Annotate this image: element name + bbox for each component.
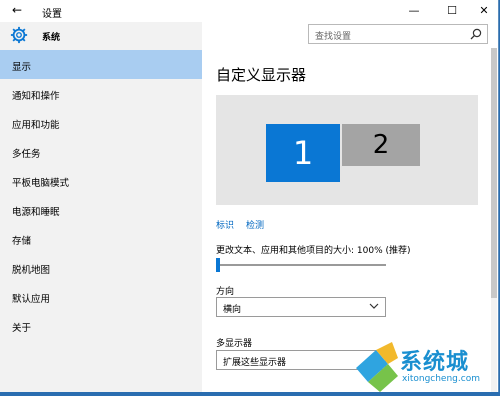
- search-icon[interactable]: [470, 28, 482, 40]
- search-placeholder: 查找设置: [315, 32, 352, 42]
- title-bar: ← 设置 — ☐ ✕: [0, 0, 498, 22]
- gear-icon: [10, 26, 28, 44]
- monitor-2[interactable]: 2: [342, 124, 420, 166]
- search-input[interactable]: 查找设置: [308, 24, 488, 44]
- monitor-1[interactable]: 1: [266, 124, 340, 182]
- orientation-label: 方向: [216, 287, 235, 297]
- chevron-down-icon: [369, 303, 379, 309]
- scrollbar-thumb[interactable]: [491, 48, 497, 298]
- maximize-icon[interactable]: ☐: [440, 2, 464, 20]
- sidebar-item-label: 平板电脑模式: [12, 178, 70, 189]
- multi-display-value: 扩展这些显示器: [223, 358, 287, 368]
- scale-slider[interactable]: [216, 264, 386, 266]
- sidebar-item-label: 多任务: [12, 149, 41, 160]
- sidebar: 系统 显示 通知和操作 应用和功能 多任务 平板电脑模式 电源和睡眠 存储 脱机…: [0, 22, 202, 392]
- sidebar-item-offline-maps[interactable]: 脱机地图: [0, 253, 202, 282]
- watermark-logo-icon: [356, 342, 398, 392]
- sidebar-item-about[interactable]: 关于: [0, 311, 202, 340]
- watermark-text: 系统城: [400, 350, 470, 375]
- sidebar-item-notifications[interactable]: 通知和操作: [0, 79, 202, 108]
- sidebar-item-label: 通知和操作: [12, 91, 60, 102]
- close-icon[interactable]: ✕: [472, 2, 496, 20]
- sidebar-item-multitasking[interactable]: 多任务: [0, 137, 202, 166]
- sidebar-header: 系统: [0, 22, 202, 48]
- scale-slider-thumb[interactable]: [216, 258, 220, 272]
- sidebar-item-label: 关于: [12, 323, 32, 334]
- sidebar-item-label: 应用和功能: [12, 120, 60, 131]
- sidebar-item-storage[interactable]: 存储: [0, 224, 202, 253]
- sidebar-item-label: 脱机地图: [12, 265, 51, 276]
- sidebar-app-label: 系统: [42, 33, 61, 43]
- back-arrow-icon[interactable]: ←: [12, 3, 22, 17]
- window-title: 设置: [42, 9, 62, 20]
- settings-window: ← 设置 — ☐ ✕ 系统 显示 通知和操作 应用和功能 多任务 平板电脑模式 …: [0, 0, 499, 392]
- minimize-icon[interactable]: —: [402, 2, 426, 20]
- sidebar-item-default-apps[interactable]: 默认应用: [0, 282, 202, 311]
- multi-display-label: 多显示器: [216, 339, 253, 349]
- page-title: 自定义显示器: [216, 66, 307, 84]
- sidebar-item-label: 存储: [12, 236, 32, 247]
- identify-link[interactable]: 标识: [216, 218, 234, 231]
- orientation-value: 横向: [223, 305, 242, 315]
- sidebar-item-display[interactable]: 显示: [0, 50, 202, 79]
- sidebar-item-label: 电源和睡眠: [12, 207, 60, 218]
- sidebar-item-label: 默认应用: [12, 294, 51, 305]
- orientation-select[interactable]: 横向: [216, 297, 386, 317]
- sidebar-item-apps[interactable]: 应用和功能: [0, 108, 202, 137]
- sidebar-item-power[interactable]: 电源和睡眠: [0, 195, 202, 224]
- watermark-url: xitongcheng.com: [402, 374, 480, 384]
- detect-link[interactable]: 检测: [246, 218, 264, 231]
- sidebar-item-label: 显示: [12, 62, 32, 73]
- scale-label: 更改文本、应用和其他项目的大小: 100% (推荐): [216, 246, 411, 256]
- sidebar-item-tablet-mode[interactable]: 平板电脑模式: [0, 166, 202, 195]
